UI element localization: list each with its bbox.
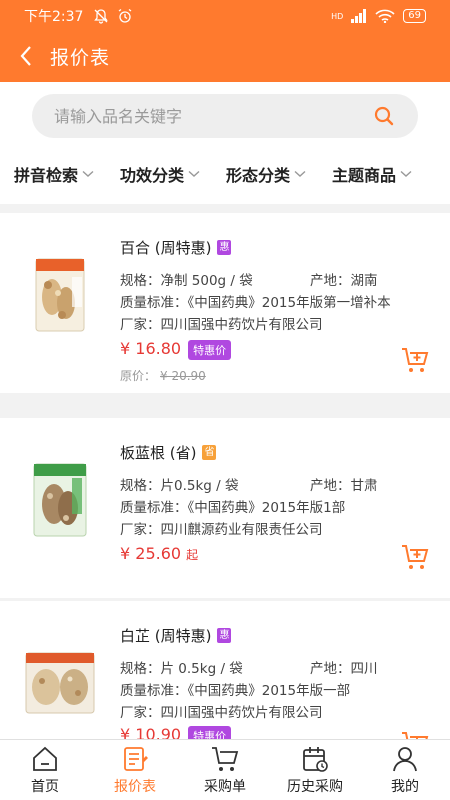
- app-header: 下午2:37 HD 69 报价表: [0, 0, 450, 82]
- home-icon: [33, 746, 57, 771]
- product-standard: 质量标准：《中国药典》2015年版一部: [120, 683, 351, 699]
- product-maker: 厂家：四川国强中药饮片有限公司: [120, 317, 323, 333]
- product-spec: 规格：片0.5kg / 袋: [120, 478, 239, 494]
- signal-icon: [351, 9, 367, 23]
- filter-efficacy[interactable]: 功效分类: [120, 162, 200, 186]
- alarm-icon: [119, 8, 132, 23]
- tab-quote-list[interactable]: 报价表: [90, 740, 180, 800]
- status-bar: 下午2:37 HD 69: [0, 0, 450, 32]
- product-image: [35, 258, 85, 332]
- search-icon[interactable]: [372, 104, 396, 128]
- network-label: HD: [331, 11, 344, 21]
- tab-profile[interactable]: 我的: [360, 740, 450, 800]
- product-name: 板蓝根 (省) 省: [120, 444, 217, 462]
- promo-badge: 特惠价: [188, 340, 232, 360]
- chevron-down-icon: [188, 170, 200, 177]
- quote-list-icon: [124, 747, 148, 771]
- product-name: 白芷 (周特惠) 惠: [120, 627, 232, 645]
- add-to-cart-icon[interactable]: [400, 345, 430, 375]
- tab-purchase-order[interactable]: 采购单: [180, 740, 270, 800]
- filter-theme[interactable]: 主题商品: [332, 162, 412, 186]
- product-price: ¥ 16.80 特惠价: [120, 339, 232, 360]
- product-standard: 质量标准：《中国药典》2015年版第一增补本: [120, 295, 391, 311]
- product-card[interactable]: 百合 (周特惠) 惠 规格：净制 500g / 袋 产地：湖南 质量标准：《中国…: [0, 213, 450, 393]
- product-origin: 产地：湖南: [310, 273, 378, 289]
- product-image: [25, 652, 95, 714]
- back-button[interactable]: [14, 41, 38, 71]
- add-to-cart-icon[interactable]: [400, 542, 430, 572]
- wifi-icon: [375, 9, 395, 23]
- user-icon: [393, 747, 417, 772]
- chevron-down-icon: [400, 170, 412, 177]
- cart-icon: [212, 747, 239, 771]
- tab-purchase-history[interactable]: 历史采购: [270, 740, 360, 800]
- bottom-tab-bar: 首页 报价表 采购单 历史采购 我的: [0, 739, 450, 800]
- product-origin: 产地：甘肃: [310, 478, 378, 494]
- search-input[interactable]: [54, 106, 372, 126]
- filter-pinyin[interactable]: 拼音检索: [14, 162, 94, 186]
- discount-tag: 惠: [217, 240, 232, 255]
- product-origin: 产地：四川: [310, 661, 378, 677]
- chevron-left-icon: [20, 46, 31, 66]
- battery-indicator: 69: [403, 9, 426, 23]
- product-standard: 质量标准：《中国药典》2015年版1部: [120, 500, 346, 516]
- price-from-label: 起: [186, 548, 199, 562]
- search-bar: [32, 94, 418, 138]
- original-price: 原价： ¥ 20.90: [120, 369, 206, 383]
- product-maker: 厂家：四川国强中药饮片有限公司: [120, 705, 323, 721]
- status-time: 下午2:37: [24, 9, 84, 25]
- tab-home[interactable]: 首页: [0, 740, 90, 800]
- product-image: [33, 463, 87, 537]
- discount-tag: 惠: [217, 628, 232, 643]
- product-name: 百合 (周特惠) 惠: [120, 239, 232, 257]
- saving-tag: 省: [202, 445, 217, 460]
- chevron-down-icon: [294, 170, 306, 177]
- page-title: 报价表: [50, 46, 111, 69]
- product-price: ¥ 25.60 起: [120, 544, 199, 563]
- filter-bar: 拼音检索 功效分类 形态分类 主题商品: [0, 154, 450, 194]
- chevron-down-icon: [82, 170, 94, 177]
- product-card[interactable]: 板蓝根 (省) 省 规格：片0.5kg / 袋 产地：甘肃 质量标准：《中国药典…: [0, 418, 450, 598]
- product-maker: 厂家：四川麒源药业有限责任公司: [120, 522, 323, 538]
- history-calendar-icon: [303, 747, 328, 772]
- search-section: 拼音检索 功效分类 形态分类 主题商品: [0, 82, 450, 204]
- notification-off-icon: [94, 9, 109, 24]
- product-spec: 规格：片 0.5kg / 袋: [120, 661, 243, 677]
- filter-form[interactable]: 形态分类: [226, 162, 306, 186]
- product-spec: 规格：净制 500g / 袋: [120, 273, 253, 289]
